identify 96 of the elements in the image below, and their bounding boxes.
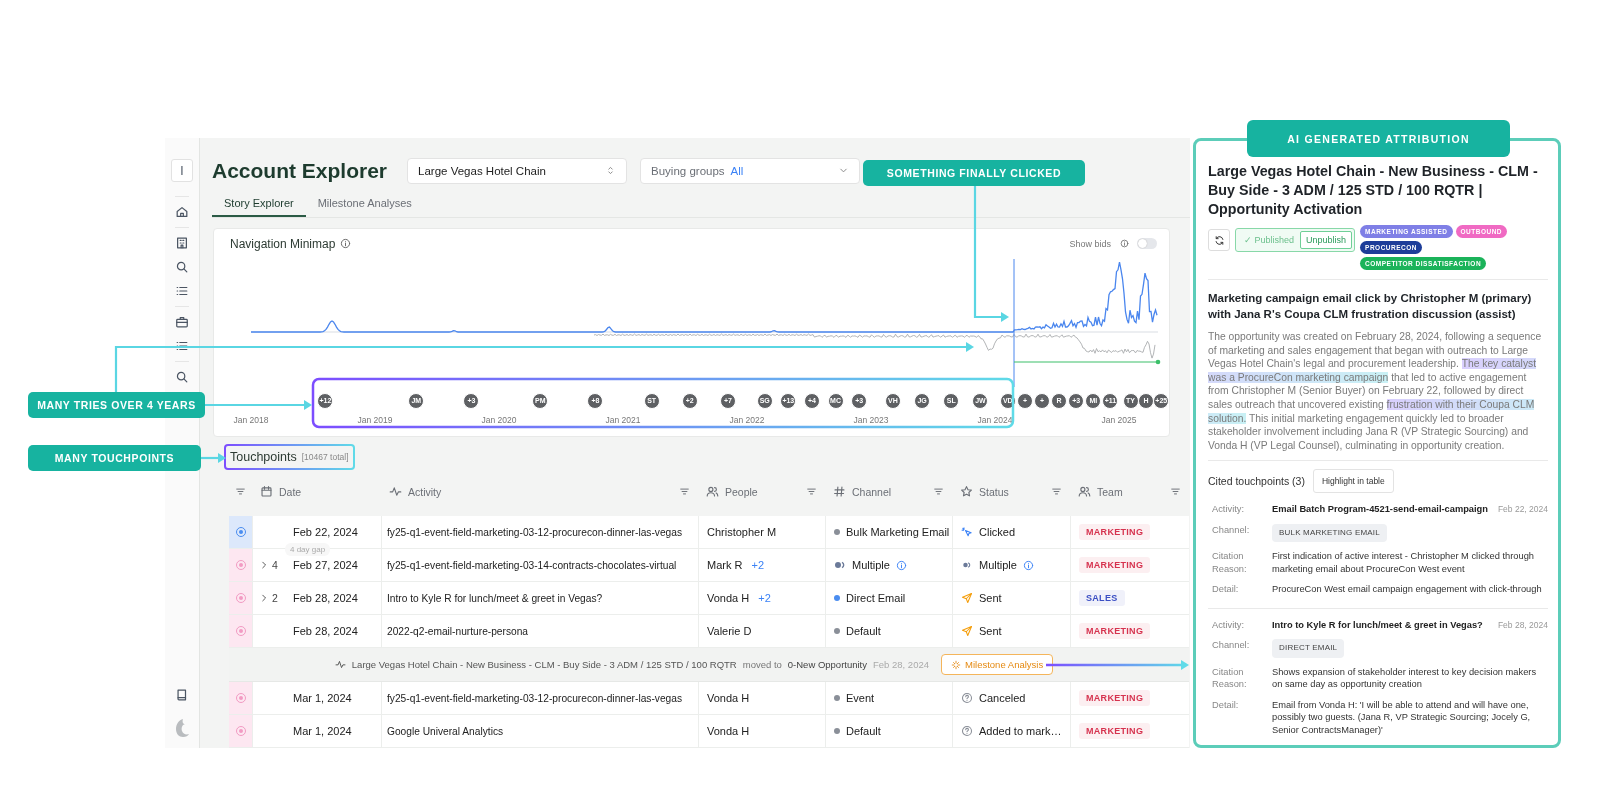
callout-label: MANY TRIES OVER 4 YEARS — [28, 392, 205, 418]
field-label: Citation Reason: — [1212, 665, 1248, 691]
milestone-date: Feb 28, 2024 — [873, 659, 929, 670]
status-label: Added to mark… — [979, 725, 1062, 737]
date-text: Mar 1, 2024 — [293, 725, 352, 737]
table-cell: Valerie D — [698, 615, 825, 648]
channel-tag: DIRECT EMAIL — [1272, 639, 1345, 658]
team-tag: MARKETING — [1079, 690, 1151, 706]
team-tag: MARKETING — [1079, 623, 1151, 639]
field-label: Channel: — [1212, 639, 1251, 652]
field-value: Shows expansion of stakeholder interest to key decision makers on same day as opportunity creation — [1272, 665, 1538, 691]
account-select[interactable]: Large Vegas Hotel Chain — [407, 157, 628, 184]
axis-label: Jan 2019 — [357, 414, 393, 425]
page-title: Account Explorer — [212, 158, 388, 183]
table-cell: Vonda H +2 — [698, 582, 825, 615]
callout-label: SOMETHING FINALLY CLICKED — [863, 160, 1085, 186]
team-tag: MARKETING — [1079, 524, 1151, 540]
axis-label: Jan 2024 — [977, 414, 1013, 425]
axis-label: Jan 2022 — [729, 414, 765, 425]
buying-groups-select[interactable]: Buying groups All — [640, 157, 861, 184]
citation-date: Feb 28, 2024 — [1497, 618, 1548, 632]
field-value: First indication of active interest - Christopher M clicked through marketing email about ProcureCon West event — [1272, 550, 1535, 576]
date-text: Feb 28, 2024 — [293, 592, 358, 604]
table-cell: fy25-q1-event-field-marketing-03-12-procurecon-dinner-las-vegas — [381, 516, 698, 549]
milestone-title: Large Vegas Hotel Chain - New Business - CLM - Buy Side - 3 ADM / 125 STD / 100 RQTR — [351, 659, 737, 670]
gap-label: 4 day gap — [285, 543, 331, 556]
table-cell: Christopher M — [698, 516, 825, 549]
channel-label: Event — [846, 692, 875, 704]
citation-date: Feb 22, 2024 — [1497, 503, 1548, 516]
team-tag: MARKETING — [1079, 723, 1151, 739]
status-label: Sent — [979, 625, 1002, 637]
team-tag: SALES — [1079, 590, 1125, 606]
highlight-button[interactable]: Highlight in table — [1312, 469, 1394, 494]
channel-label: Direct Email — [846, 592, 906, 604]
field-label: Channel: — [1212, 523, 1251, 537]
milestone-text: moved to — [742, 659, 782, 670]
panel-title: Large Vegas Hotel Chain - New Business - CLM - Buy Side - 3 ADM / 125 STD / 100 RQTR | Opportunity Activation — [1208, 162, 1539, 219]
section-badge: AI GENERATED ATTRIBUTION — [1247, 120, 1510, 157]
field-value: Email from Vonda H: 'I will be able to attend and will have one, possibly two guests. (Jana R, VP Strategic Sourcing; Jocely G, Senior ContractsManager)' — [1272, 698, 1532, 737]
channel-label: Bulk Marketing Email — [846, 526, 950, 538]
unpublish-button[interactable]: Unpublish — [1300, 231, 1353, 249]
table-cell: 2022-q2-email-nurture-persona — [381, 615, 698, 648]
date-text: Feb 27, 2024 — [293, 559, 358, 571]
summary-paragraph: The opportunity was created on February 28, 2024, following a sequence of marketing and sales engagement that began with outreach to Large Vegas Hotel Chain's legal and procurement leadership. The key catalyst was a ProcureCon marketing campaign that led to active engagement from Christopher M (Senior Buyer) on February 22, followed by direct sales outreach that uncovered existing frustration with their Coupa CLM solution. This initial marketing engagement quickly led to broader stakeholder involvement including Jana R (VP Strategic Sourcing) and Vonda H (VP Legal Counsel), culminating in opportunity creation. — [1208, 330, 1543, 453]
tab[interactable]: Story Explorer — [212, 192, 306, 217]
column-header[interactable]: Team — [1097, 485, 1123, 498]
column-header[interactable]: Channel — [852, 485, 892, 498]
field-label: Detail: — [1212, 583, 1240, 596]
channel-label: Multiple — [852, 559, 890, 571]
tab[interactable]: Milestone Analyses — [305, 192, 424, 217]
field-label: Citation Reason: — [1212, 550, 1248, 576]
cited-label: Cited touchpoints (3) — [1208, 475, 1305, 488]
published-status: ✓ Published — [1244, 235, 1295, 245]
expand-toggle[interactable]: 2 — [259, 592, 287, 604]
column-header[interactable]: Status — [979, 485, 1009, 498]
team-tag: MARKETING — [1079, 557, 1151, 573]
status-label: Canceled — [979, 692, 1026, 704]
status-label: Clicked — [979, 526, 1016, 538]
toggle-label: Show bids — [1069, 238, 1111, 249]
table-cell: fy25-q1-event-field-marketing-03-12-procurecon-dinner-las-vegas — [381, 682, 698, 715]
date-text: Feb 22, 2024 — [293, 526, 358, 538]
table-cell: Mark R +2 — [698, 549, 825, 582]
expand-toggle[interactable]: 4 — [259, 559, 287, 571]
status-label: Multiple — [979, 559, 1017, 571]
card-title: Navigation Minimap — [230, 236, 336, 251]
stage-label: 0-New Opportunity — [787, 659, 867, 670]
activity-title: Email Batch Program-4521-send-email-campaign — [1272, 503, 1489, 516]
axis-label: Jan 2025 — [1101, 414, 1137, 425]
activity-title: Intro to Kyle R for lunch/meet & greet in Vegas? — [1272, 618, 1484, 632]
app-logo[interactable]: I — [171, 159, 193, 182]
column-header[interactable]: Activity — [408, 485, 442, 498]
field-label: Activity: — [1212, 503, 1246, 516]
summary-title: Marketing campaign email click by Christopher M (primary) with Jana R's Coupa CLM frustration discussion (assist) — [1208, 291, 1533, 322]
date-text: Mar 1, 2024 — [293, 692, 352, 704]
axis-label: Jan 2021 — [605, 414, 641, 425]
field-label: Detail: — [1212, 698, 1240, 712]
table-cell: Google Univeral Analytics — [381, 715, 698, 748]
table-cell: Vonda H — [698, 715, 825, 748]
date-text: Feb 28, 2024 — [293, 625, 358, 637]
section-title: Touchpoints — [230, 450, 297, 465]
column-header[interactable]: Date — [279, 485, 302, 498]
channel-label: Default — [846, 625, 881, 637]
table-cell: fy25-q1-event-field-marketing-03-14-contracts-chocolates-virtual — [381, 549, 698, 582]
channel-label: Default — [846, 725, 881, 737]
field-label: Activity: — [1212, 618, 1246, 632]
axis-label: Jan 2020 — [481, 414, 517, 425]
channel-tag: BULK MARKETING EMAIL — [1272, 523, 1387, 543]
table-cell: Vonda H — [698, 682, 825, 715]
axis-label: Jan 2023 — [853, 414, 889, 425]
total-count: [10467 total] — [301, 452, 349, 463]
axis-label: Jan 2018 — [233, 414, 269, 425]
status-label: Sent — [979, 592, 1002, 604]
table-cell: Intro to Kyle R for lunch/meet & greet in Vegas? — [381, 582, 698, 615]
field-value: ProcureCon West email campaign engagement with click-through — [1272, 583, 1543, 596]
callout-label: MANY TOUCHPOINTS — [28, 445, 201, 471]
column-header[interactable]: People — [725, 485, 758, 498]
